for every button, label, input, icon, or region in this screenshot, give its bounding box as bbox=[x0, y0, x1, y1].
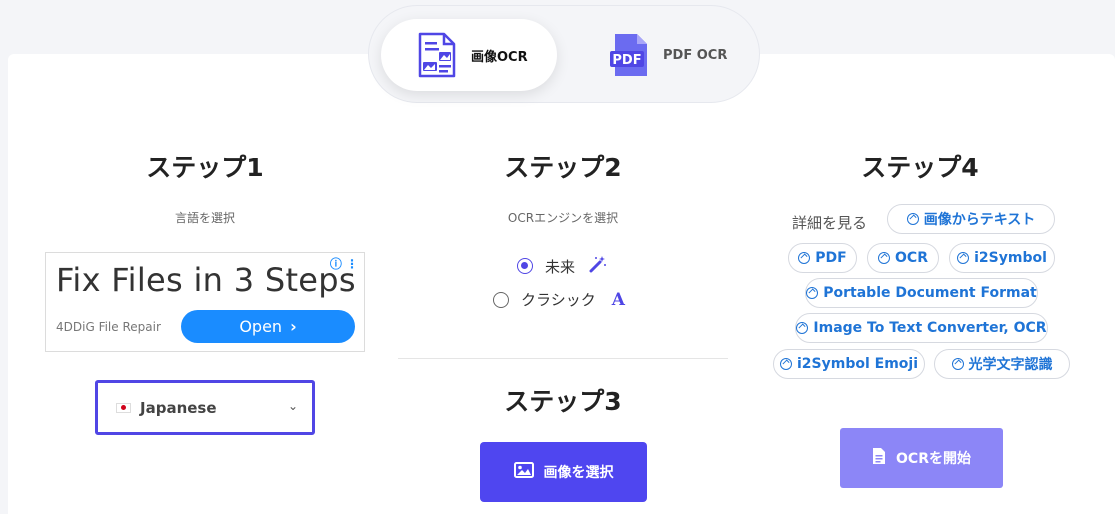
chip-label: Portable Document Format bbox=[823, 285, 1037, 301]
arrow-up-circle-icon bbox=[957, 252, 970, 264]
arrow-up-circle-icon bbox=[951, 358, 964, 370]
file-icon bbox=[872, 447, 886, 469]
engine-option-label: 未来 bbox=[545, 257, 576, 276]
chevron-down-icon: ⌄ bbox=[287, 399, 298, 413]
pdf-icon: PDF bbox=[609, 32, 649, 78]
chip-label: i2Symbol bbox=[974, 250, 1047, 266]
ad-open-label: Open bbox=[239, 317, 283, 336]
chip-image-to-text-converter[interactable]: Image To Text Converter, OCR bbox=[795, 313, 1048, 343]
select-image-button[interactable]: 画像を選択 bbox=[480, 442, 647, 502]
arrow-up-circle-icon bbox=[796, 322, 809, 334]
step1-subtitle: 言語を選択 bbox=[174, 211, 235, 225]
engine-option-future[interactable]: 未来 bbox=[517, 255, 607, 277]
chip-label: 光学文字認識 bbox=[968, 357, 1053, 373]
language-value: Japanese bbox=[140, 398, 217, 417]
chip-i2symbol-emoji[interactable]: i2Symbol Emoji bbox=[773, 349, 925, 379]
arrow-up-circle-icon bbox=[906, 213, 919, 225]
tab-pdf-ocr[interactable]: PDF PDF OCR bbox=[573, 19, 749, 91]
ad-headline[interactable]: Fix Files in 3 Steps bbox=[56, 261, 356, 299]
chip-i2symbol[interactable]: i2Symbol bbox=[949, 243, 1055, 273]
chip-label: i2Symbol Emoji bbox=[796, 356, 919, 372]
ad-open-button[interactable]: Open › bbox=[181, 310, 355, 343]
ad-banner[interactable]: Fix Files in 3 Steps 4DDiG File Repair O… bbox=[45, 252, 365, 352]
step4-title: ステップ4 bbox=[861, 153, 979, 182]
chip-label: Image To Text Converter, OCR bbox=[813, 320, 1047, 336]
magic-wand-icon bbox=[589, 255, 607, 277]
step2-title: ステップ2 bbox=[504, 153, 622, 182]
arrow-up-circle-icon bbox=[878, 252, 891, 264]
chip-pdf[interactable]: PDF bbox=[788, 243, 857, 273]
start-ocr-label: OCRを開始 bbox=[896, 451, 971, 467]
tab-pdf-ocr-label: PDF OCR bbox=[663, 47, 728, 63]
font-a-icon: A bbox=[611, 289, 625, 310]
step2-subtitle: OCRエンジンを選択 bbox=[507, 211, 619, 225]
step1-title: ステップ1 bbox=[146, 153, 264, 182]
tab-image-ocr-label: 画像OCR bbox=[471, 49, 528, 65]
language-select[interactable]: Japanese ⌄ bbox=[95, 380, 315, 435]
select-image-label: 画像を選択 bbox=[543, 465, 614, 481]
start-ocr-button[interactable]: OCRを開始 bbox=[840, 428, 1003, 488]
image-icon bbox=[513, 462, 534, 482]
japan-flag-icon bbox=[116, 402, 131, 413]
chip-label: 画像からテキスト bbox=[923, 212, 1036, 228]
arrow-up-circle-icon bbox=[806, 287, 819, 299]
engine-option-label: クラシック bbox=[521, 291, 596, 309]
svg-text:PDF: PDF bbox=[612, 53, 641, 68]
image-document-icon bbox=[417, 32, 457, 78]
chip-ocr[interactable]: OCR bbox=[867, 243, 939, 273]
chip-label: PDF bbox=[815, 250, 847, 266]
mode-switch: 画像OCR PDF PDF OCR bbox=[368, 5, 760, 103]
arrow-up-circle-icon bbox=[779, 358, 792, 370]
radio-button[interactable] bbox=[517, 258, 533, 274]
chip-image-to-text[interactable]: 画像からテキスト bbox=[887, 204, 1055, 234]
chevron-right-icon: › bbox=[290, 317, 297, 336]
divider bbox=[398, 358, 728, 359]
arrow-up-circle-icon bbox=[798, 252, 811, 264]
radio-button[interactable] bbox=[493, 291, 509, 308]
chip-optical-character-recognition[interactable]: 光学文字認識 bbox=[934, 349, 1070, 379]
chip-portable-document-format[interactable]: Portable Document Format bbox=[805, 278, 1038, 308]
tab-image-ocr[interactable]: 画像OCR bbox=[381, 19, 557, 91]
details-label: 詳細を見る bbox=[792, 214, 868, 232]
step3-title: ステップ3 bbox=[504, 387, 622, 416]
chip-label: OCR bbox=[895, 250, 928, 266]
engine-option-classic[interactable]: クラシック A bbox=[493, 289, 625, 310]
ad-info-icon[interactable]: ⓘ ⋮ bbox=[330, 255, 358, 272]
ad-brand: 4DDiG File Repair bbox=[56, 320, 161, 334]
